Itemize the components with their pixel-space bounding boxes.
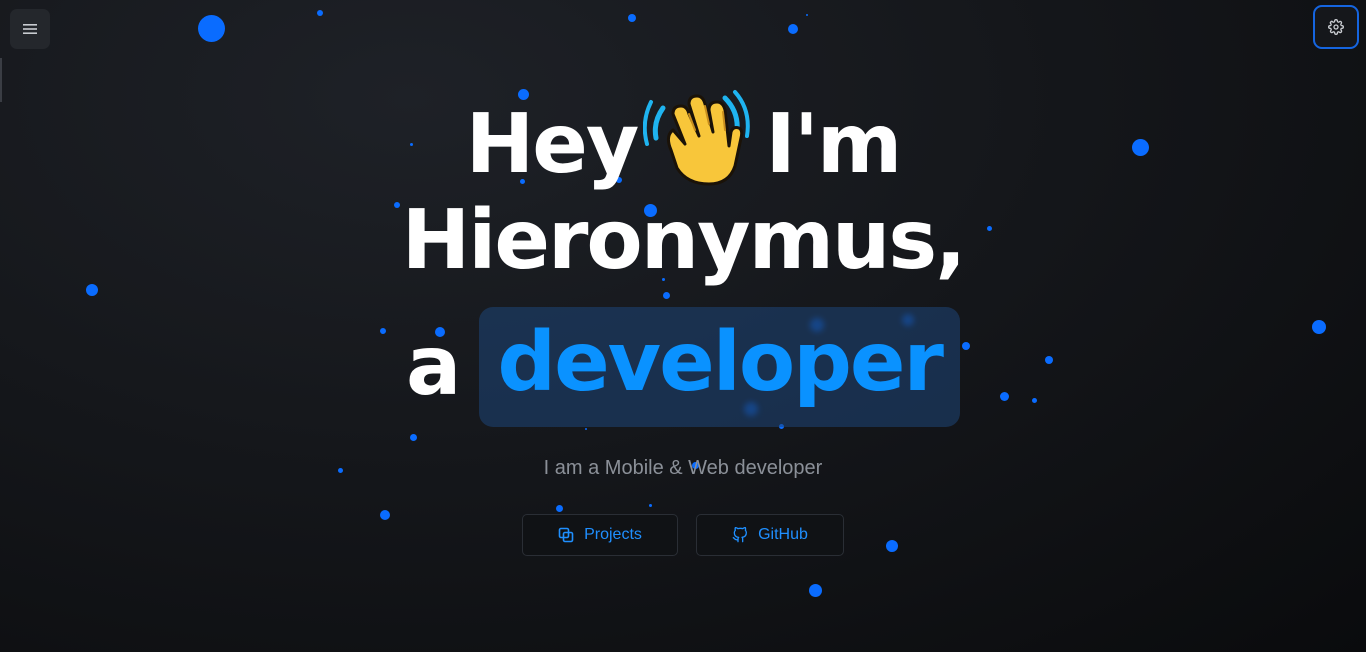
- intro-word: I'm: [765, 97, 902, 192]
- hero-heading-line-3: a developer: [0, 307, 1366, 427]
- article-word: a: [406, 319, 461, 414]
- particle-dot: [806, 14, 808, 16]
- copy-icon: [558, 527, 574, 543]
- name-heading: Hieronymus,: [401, 193, 967, 288]
- github-icon: [732, 527, 748, 543]
- particle-dot: [317, 10, 323, 16]
- hero-heading-line-1: Hey I'm: [0, 88, 1366, 193]
- particle-dot: [809, 584, 822, 597]
- github-button-label: GitHub: [758, 526, 808, 543]
- settings-button[interactable]: [1313, 5, 1359, 49]
- cta-buttons: Projects GitHub: [0, 514, 1366, 556]
- hamburger-menu-icon: [23, 24, 37, 34]
- menu-button[interactable]: [10, 9, 50, 49]
- particle-dot: [628, 14, 636, 22]
- hero-subtitle: I am a Mobile & Web developer: [543, 457, 823, 479]
- projects-button[interactable]: Projects: [522, 514, 678, 556]
- greeting-word: Hey: [465, 97, 640, 192]
- hero-section: Hey I'm Hieronymus, a developer I am a M…: [0, 88, 1366, 556]
- gear-icon: [1328, 19, 1344, 35]
- particle-dot: [198, 15, 225, 42]
- role-highlight: developer: [479, 307, 960, 427]
- waving-hand-icon: [643, 88, 751, 188]
- github-button[interactable]: GitHub: [696, 514, 844, 556]
- particle-dot: [788, 24, 798, 34]
- projects-button-label: Projects: [584, 526, 642, 543]
